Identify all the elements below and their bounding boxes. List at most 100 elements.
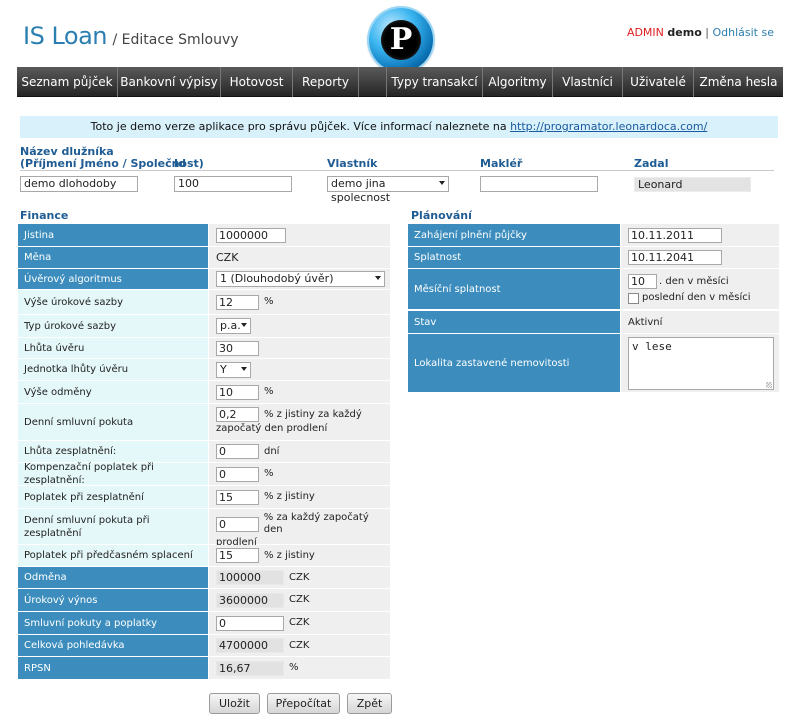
- comp-fee-input[interactable]: 0: [216, 466, 259, 482]
- recalculate-button[interactable]: Přepočítat: [267, 693, 340, 714]
- accel-fee-suffix: % z jistiny: [264, 491, 315, 502]
- rate-suffix: %: [264, 296, 274, 307]
- nav-users[interactable]: Uživatelé: [623, 67, 694, 97]
- state-value: Aktivní: [628, 316, 663, 328]
- row-accel-fee: Poplatek při zesplatnění 15 % z jistiny: [18, 486, 390, 508]
- nav-algorithms[interactable]: Algoritmy: [483, 67, 553, 97]
- logout-link[interactable]: Odhlásit se: [712, 26, 774, 39]
- banner-text: Toto je demo verze aplikace pro správu p…: [90, 120, 511, 133]
- rpsn-value: 16,67: [216, 660, 284, 676]
- rate-input[interactable]: 12: [216, 294, 259, 310]
- row-rate: Výše úrokové sazby 12 %: [18, 290, 390, 314]
- nav-loans[interactable]: Seznam půjček: [17, 67, 118, 97]
- id-input[interactable]: 100: [174, 176, 292, 192]
- rate-type-label: Typ úrokové sazby: [18, 315, 208, 337]
- maturity-input[interactable]: 10.11.2041: [628, 250, 722, 265]
- penalties-input[interactable]: 0: [216, 615, 284, 631]
- row-reward: Odměna 100000 CZK: [18, 567, 390, 588]
- prepay-label: Poplatek při předčasném splacení: [18, 545, 208, 566]
- main-nav: Seznam půjček Bankovní výpisy Hotovost R…: [17, 67, 783, 97]
- row-total: Celková pohledávka 4700000 CZK: [18, 635, 390, 656]
- total-label: Celková pohledávka: [18, 635, 208, 656]
- currency-value: CZK: [216, 251, 239, 264]
- algorithm-select[interactable]: 1 (Dlouhodobý úvěr): [216, 271, 385, 287]
- row-accel-daily: Denní smluvní pokuta při zesplatnění 0 %…: [18, 509, 390, 548]
- page-name: / Editace Smlouvy: [112, 32, 239, 48]
- user-name: demo: [667, 26, 702, 39]
- resize-grip-icon[interactable]: [766, 381, 772, 388]
- app-name: IS Loan: [23, 22, 108, 50]
- nav-reports[interactable]: Reporty: [293, 67, 359, 97]
- app-title: IS Loan / Editace Smlouvy: [23, 22, 239, 50]
- row-penalties: Smluvní pokuty a poplatky 0 CZK: [18, 612, 390, 634]
- save-button[interactable]: Uložit: [209, 693, 260, 714]
- rate-label: Výše úrokové sazby: [18, 290, 208, 314]
- debtor-name-input[interactable]: demo dlohodoby: [20, 176, 138, 192]
- user-role: ADMIN: [626, 26, 664, 39]
- comp-fee-suffix: %: [264, 468, 274, 479]
- daily-penalty-suffix-2: započatý den prodlení: [216, 423, 328, 434]
- row-term: Lhůta úvěru 30: [18, 338, 390, 358]
- principal-input[interactable]: 1000000: [216, 227, 286, 243]
- prepay-suffix: % z jistiny: [264, 549, 315, 561]
- start-input[interactable]: 10.11.2011: [628, 227, 722, 243]
- interest-label: Úrokový výnos: [18, 589, 208, 611]
- algorithm-label: Úvěrový algoritmus: [18, 269, 208, 289]
- back-button[interactable]: Zpět: [347, 693, 392, 714]
- location-textarea[interactable]: v lese: [628, 336, 774, 390]
- prepay-input[interactable]: 15: [216, 548, 259, 563]
- row-location: Lokalita zastavené nemovitosti v lese: [408, 334, 779, 392]
- comp-fee-label: Kompenzační poplatek při zesplatnění:: [18, 462, 208, 486]
- rpsn-suffix: %: [289, 662, 299, 673]
- accel-daily-suffix-1: % za každý započatý den: [263, 512, 369, 535]
- nav-transaction-types[interactable]: Typy transakcí: [387, 67, 483, 97]
- interest-value: 3600000: [216, 592, 284, 608]
- row-rpsn: RPSN 16,67 %: [18, 657, 390, 679]
- logo: P: [369, 8, 433, 72]
- chevron-down-icon: [375, 276, 381, 280]
- reward-value: 100000: [216, 570, 284, 585]
- rpsn-label: RPSN: [18, 657, 208, 679]
- row-term-unit: Jednotka lhůty úvěru Y: [18, 359, 390, 380]
- entered-by-value: Leonard: [634, 177, 751, 192]
- nav-owners[interactable]: Vlastníci: [553, 67, 623, 97]
- interest-currency: CZK: [289, 594, 310, 605]
- term-unit-select[interactable]: Y: [216, 361, 251, 378]
- daily-penalty-suffix-1: % z jistiny za každý: [264, 408, 362, 420]
- nav-empty[interactable]: [359, 67, 387, 97]
- penalties-label: Smluvní pokuty a poplatky: [18, 612, 208, 634]
- row-start: Zahájení plnění půjčky 10.11.2011: [408, 224, 779, 246]
- owner-label: Vlastník: [327, 157, 378, 170]
- location-label: Lokalita zastavené nemovitosti: [408, 334, 620, 392]
- daily-penalty-input[interactable]: 0,2: [216, 407, 259, 422]
- row-interest: Úrokový výnos 3600000 CZK: [18, 589, 390, 611]
- demo-banner: Toto je demo verze aplikace pro správu p…: [20, 116, 778, 138]
- owner-select[interactable]: demo jina spolecnost: [327, 176, 449, 204]
- term-unit-label: Jednotka lhůty úvěru: [18, 359, 208, 380]
- finance-title: Finance: [20, 209, 69, 222]
- accel-daily-input[interactable]: 0: [216, 516, 259, 532]
- nav-cash[interactable]: Hotovost: [221, 67, 293, 97]
- rate-type-select[interactable]: p.a.: [216, 318, 251, 334]
- fee-input[interactable]: 10: [216, 384, 259, 400]
- row-rate-type: Typ úrokové sazby p.a.: [18, 315, 390, 337]
- accel-fee-input[interactable]: 15: [216, 489, 259, 505]
- banner-link[interactable]: http://programator.leonardoca.com/: [510, 120, 707, 133]
- broker-input[interactable]: [480, 176, 598, 192]
- row-currency: Měna CZK: [18, 247, 390, 268]
- row-monthly: Měsíční splatnost 10 . den v měsíci posl…: [408, 269, 779, 309]
- nav-bank-statements[interactable]: Bankovní výpisy: [118, 67, 221, 97]
- maturity-label: Splatnost: [408, 247, 620, 268]
- fee-label: Výše odměny: [18, 381, 208, 403]
- default-term-input[interactable]: 0: [216, 444, 259, 459]
- term-input[interactable]: 30: [216, 340, 259, 356]
- planning-title: Plánování: [411, 209, 472, 222]
- last-day-checkbox[interactable]: [628, 292, 639, 304]
- row-algorithm: Úvěrový algoritmus 1 (Dlouhodobý úvěr): [18, 269, 390, 289]
- row-state: Stav Aktivní: [408, 311, 779, 333]
- monthly-suffix: . den v měsíci: [659, 275, 729, 287]
- nav-change-password[interactable]: Změna hesla: [694, 67, 783, 97]
- monthly-day-input[interactable]: 10: [628, 274, 657, 289]
- row-default-term: Lhůta zesplatnění: 0 dní: [18, 441, 390, 462]
- total-value: 4700000: [216, 638, 284, 653]
